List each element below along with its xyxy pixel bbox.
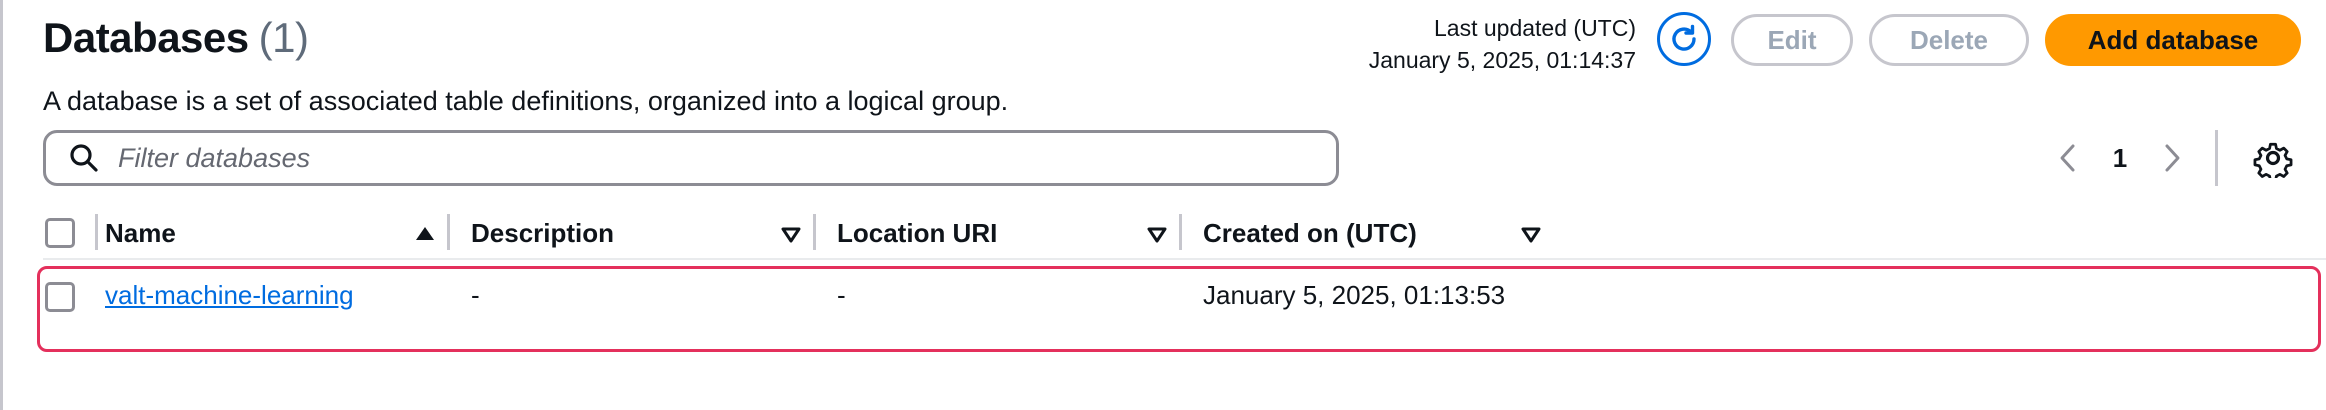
- table-row[interactable]: [37, 266, 2321, 352]
- database-created-on: January 5, 2025, 01:13:53: [1203, 280, 1506, 310]
- last-updated: Last updated (UTC) January 5, 2025, 01:1…: [1369, 12, 1636, 76]
- next-page-button[interactable]: [2157, 143, 2187, 173]
- delete-button[interactable]: Delete: [1869, 14, 2029, 66]
- filter-input[interactable]: [116, 141, 1300, 175]
- column-divider[interactable]: [447, 214, 450, 250]
- refresh-button[interactable]: [1657, 12, 1711, 66]
- previous-page-button[interactable]: [2053, 143, 2083, 173]
- sort-icon[interactable]: [1145, 222, 1169, 246]
- pagination: 1: [2053, 130, 2218, 186]
- gear-icon[interactable]: [2253, 138, 2293, 178]
- page-title: Databases (1): [43, 14, 309, 62]
- database-count: (1): [258, 14, 309, 61]
- current-page[interactable]: 1: [2083, 143, 2157, 174]
- column-header-name[interactable]: Name: [105, 218, 176, 249]
- pagination-divider: [2215, 130, 2218, 186]
- page-description: A database is a set of associated table …: [43, 86, 1009, 116]
- column-header-location-uri[interactable]: Location URI: [837, 218, 997, 249]
- column-header-description[interactable]: Description: [471, 218, 614, 249]
- sort-icon[interactable]: [1519, 222, 1543, 246]
- chevron-right-icon: [2165, 144, 2180, 172]
- sort-icon[interactable]: [779, 222, 803, 246]
- column-header-created-on[interactable]: Created on (UTC): [1203, 218, 1417, 249]
- database-description: -: [471, 280, 480, 310]
- search-icon: [70, 144, 98, 172]
- refresh-icon: [1672, 24, 1696, 51]
- add-database-button[interactable]: Add database: [2045, 14, 2301, 66]
- databases-panel: Databases (1) A database is a set of asso…: [0, 0, 2326, 410]
- filter-box[interactable]: [43, 130, 1339, 186]
- last-updated-label: Last updated (UTC): [1434, 15, 1636, 41]
- chevron-left-icon: [2060, 144, 2075, 172]
- database-name-link[interactable]: valt-machine-learning: [105, 280, 354, 311]
- sort-ascending-icon[interactable]: [413, 222, 437, 246]
- column-divider: [95, 214, 98, 250]
- last-updated-value: January 5, 2025, 01:14:37: [1368, 47, 1636, 73]
- select-all-checkbox[interactable]: [45, 218, 75, 248]
- page-title-text: Databases: [43, 14, 249, 61]
- column-divider[interactable]: [1179, 214, 1182, 250]
- edit-button[interactable]: Edit: [1731, 14, 1853, 66]
- row-select-checkbox[interactable]: [45, 282, 75, 312]
- header-rule: [43, 258, 2326, 260]
- database-location-uri: -: [837, 280, 846, 310]
- column-divider[interactable]: [813, 214, 816, 250]
